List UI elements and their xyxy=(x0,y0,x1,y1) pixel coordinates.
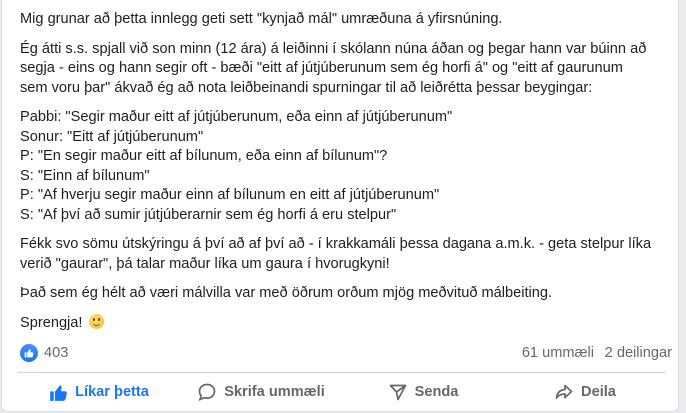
dialogue-line: P: "Af hverju segir maður einn af bílunu… xyxy=(20,187,440,203)
post-closing: Sprengja! xyxy=(20,313,670,334)
send-button-label: Senda xyxy=(414,384,459,400)
text-line: Fékk svo sömu útskýringu á því að af því… xyxy=(20,236,652,252)
comment-button-label: Skrifa ummæli xyxy=(224,384,325,400)
post-paragraph-1: Mig grunar að þetta innlegg geti sett "k… xyxy=(20,10,670,30)
dialogue-line: Sonur: "Eitt af jútjúberunum" xyxy=(20,128,204,145)
text-line: sem voru þar" ákvað ég að nota leiðbeina… xyxy=(20,79,593,96)
post-paragraph-2: Ég átti s.s. spjall við son minn (12 ára… xyxy=(20,40,670,99)
like-count[interactable]: 403 xyxy=(44,345,68,361)
share-button[interactable]: Deila xyxy=(504,374,666,410)
send-button[interactable]: Senda xyxy=(342,374,504,410)
share-button-label: Deila xyxy=(581,384,616,400)
closing-text: Sprengja! xyxy=(20,314,83,331)
comment-count-link[interactable]: 61 ummæli xyxy=(522,345,594,361)
speech-bubble-icon xyxy=(198,383,216,402)
post-text: Mig grunar að þetta innlegg geti sett "k… xyxy=(20,10,670,343)
text-line: Ég átti s.s. spjall við son minn (12 ára… xyxy=(20,40,647,57)
dialogue-line: S: "Einn af bílunum" xyxy=(20,167,150,184)
text-line: Mig grunar að þetta innlegg geti sett "k… xyxy=(20,11,503,27)
share-arrow-icon xyxy=(555,384,573,399)
action-bar: Líkar þetta Skrifa ummæli Senda Deila xyxy=(18,374,666,410)
post-paragraph-5: Það sem ég hélt að væri málvilla var með… xyxy=(20,284,670,304)
comment-button[interactable]: Skrifa ummæli xyxy=(180,374,342,410)
like-button-label: Líkar þetta xyxy=(75,384,149,400)
share-count-link[interactable]: 2 deilingar xyxy=(605,345,672,361)
dialogue-line: P: "En segir maður eitt af bílunum, eða … xyxy=(20,148,388,164)
text-line: verið "gaurar", þá talar maður líka um g… xyxy=(20,255,390,272)
dialogue-line: S: "Af því að sumir jútjúberarnir sem ég… xyxy=(20,206,397,223)
post-card: Mig grunar að þetta innlegg geti sett "k… xyxy=(2,0,678,411)
send-icon xyxy=(389,384,406,401)
post-dialogue: Pabbi: "Segir maður eitt af jútjúberunum… xyxy=(20,108,670,225)
post-stats: 403 61 ummæli 2 deilingar xyxy=(20,344,672,364)
post-paragraph-4: Fékk svo sömu útskýringu á því að af því… xyxy=(20,235,670,274)
text-line: Það sem ég hélt að væri málvilla var með… xyxy=(20,285,553,301)
text-line: segja - eins og hann segir oft - bæði "e… xyxy=(20,60,623,76)
like-button[interactable]: Líkar þetta xyxy=(18,374,180,410)
divider xyxy=(18,372,666,373)
thumbs-up-icon xyxy=(50,384,67,401)
dialogue-line: Pabbi: "Segir maður eitt af jútjúberunum… xyxy=(20,109,453,125)
like-reaction-icon[interactable] xyxy=(20,344,38,362)
smiley-emoji-icon xyxy=(88,313,104,329)
